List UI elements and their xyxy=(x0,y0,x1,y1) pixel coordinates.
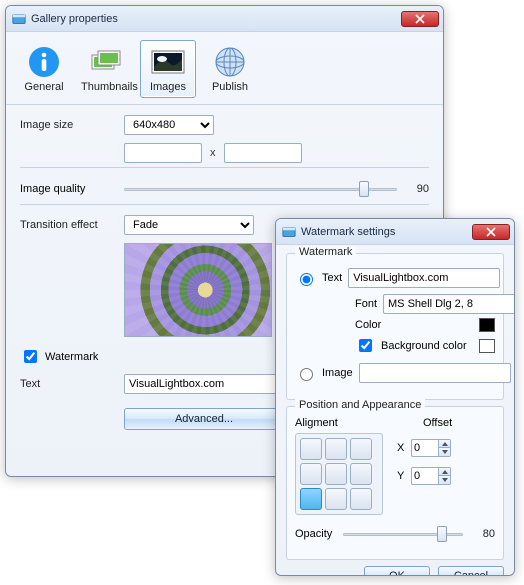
position-appearance-group: Position and Appearance Aligment Offset xyxy=(286,406,504,560)
offset-y-label: Y xyxy=(397,470,407,482)
chevron-down-icon[interactable] xyxy=(438,448,450,456)
watermark-group-legend: Watermark xyxy=(295,246,356,258)
align-cell-2[interactable] xyxy=(350,438,372,460)
watermark-image-radio[interactable] xyxy=(300,368,313,381)
ok-button[interactable]: OK xyxy=(364,566,430,576)
align-cell-0[interactable] xyxy=(300,438,322,460)
color-label: Color xyxy=(355,319,385,331)
tab-images[interactable]: Images xyxy=(140,40,196,98)
watermark-image-path-input[interactable] xyxy=(359,363,511,383)
image-size-select[interactable]: 640x480 xyxy=(124,115,214,135)
watermark-text-radio-label: Text xyxy=(322,272,342,284)
align-cell-5[interactable] xyxy=(350,463,372,485)
cancel-button-label: Cancel xyxy=(454,570,488,576)
color-swatch[interactable] xyxy=(479,318,495,332)
image-height-input[interactable] xyxy=(224,143,302,163)
offset-header: Offset xyxy=(423,417,452,429)
align-cell-1[interactable] xyxy=(325,438,347,460)
tab-general[interactable]: General xyxy=(16,40,72,98)
align-cell-4[interactable] xyxy=(325,463,347,485)
sub-titlebar: Watermark settings xyxy=(276,219,514,245)
offset-x-label: X xyxy=(397,442,407,454)
position-group-legend: Position and Appearance xyxy=(295,399,425,411)
alignment-grid xyxy=(295,433,383,515)
tab-thumbnails[interactable]: Thumbnails xyxy=(78,40,134,98)
ok-button-label: OK xyxy=(389,570,405,576)
advanced-button[interactable]: Advanced... xyxy=(124,408,284,430)
tab-images-label: Images xyxy=(143,81,193,93)
align-cell-3[interactable] xyxy=(300,463,322,485)
image-size-label: Image size xyxy=(20,119,124,131)
sub-close-button[interactable] xyxy=(472,224,510,240)
image-quality-label: Image quality xyxy=(20,183,124,195)
sub-body: Watermark Text Font Color Background col… xyxy=(276,245,514,576)
globe-icon xyxy=(211,45,249,79)
opacity-slider[interactable] xyxy=(343,525,463,543)
times-separator: x xyxy=(210,147,216,159)
thumbnails-icon xyxy=(87,45,125,79)
image-quality-value: 90 xyxy=(405,183,429,195)
align-cell-6[interactable] xyxy=(300,488,322,510)
opacity-label: Opacity xyxy=(295,528,343,540)
image-width-input[interactable] xyxy=(124,143,202,163)
window-title: Gallery properties xyxy=(31,13,118,25)
align-cell-7[interactable] xyxy=(325,488,347,510)
watermark-text-value-input[interactable] xyxy=(348,268,500,288)
bgcolor-checkbox[interactable] xyxy=(359,339,372,352)
titlebar: Gallery properties xyxy=(6,6,443,32)
watermark-group: Watermark Text Font Color Background col… xyxy=(286,253,504,400)
font-input[interactable] xyxy=(383,294,515,314)
transition-effect-select[interactable]: Fade xyxy=(124,215,254,235)
cancel-button[interactable]: Cancel xyxy=(438,566,504,576)
app-icon xyxy=(12,12,26,26)
chevron-up-icon[interactable] xyxy=(438,468,450,476)
app-icon xyxy=(282,225,296,239)
tab-general-label: General xyxy=(19,81,69,93)
watermark-settings-window: Watermark settings Watermark Text Font C… xyxy=(275,218,515,576)
chevron-down-icon[interactable] xyxy=(438,476,450,484)
watermark-checkbox[interactable] xyxy=(24,350,37,363)
transition-effect-label: Transition effect xyxy=(20,219,124,231)
watermark-text-label: Text xyxy=(20,378,124,390)
tab-publish[interactable]: Publish xyxy=(202,40,258,98)
sub-window-title: Watermark settings xyxy=(301,226,395,238)
close-button[interactable] xyxy=(401,11,439,27)
font-label: Font xyxy=(355,298,377,310)
bgcolor-label: Background color xyxy=(381,340,467,352)
offset-x-input[interactable] xyxy=(412,440,438,456)
transition-preview xyxy=(124,243,272,337)
opacity-value: 80 xyxy=(471,528,495,540)
tab-publish-label: Publish xyxy=(205,81,255,93)
advanced-button-label: Advanced... xyxy=(175,413,233,425)
image-quality-slider[interactable] xyxy=(124,180,397,198)
watermark-text-radio[interactable] xyxy=(300,273,313,286)
bgcolor-swatch[interactable] xyxy=(479,339,495,353)
offset-x-spinner[interactable] xyxy=(411,439,451,457)
align-cell-8[interactable] xyxy=(350,488,372,510)
watermark-label: Watermark xyxy=(45,351,98,363)
offset-y-input[interactable] xyxy=(412,468,438,484)
images-icon xyxy=(149,45,187,79)
chevron-up-icon[interactable] xyxy=(438,440,450,448)
alignment-header: Aligment xyxy=(295,417,383,429)
watermark-image-radio-label: Image xyxy=(322,367,353,379)
offset-y-spinner[interactable] xyxy=(411,467,451,485)
info-icon xyxy=(25,45,63,79)
tab-thumbnails-label: Thumbnails xyxy=(81,81,131,93)
toolbar-tabs: General Thumbnails Images xyxy=(6,32,443,105)
